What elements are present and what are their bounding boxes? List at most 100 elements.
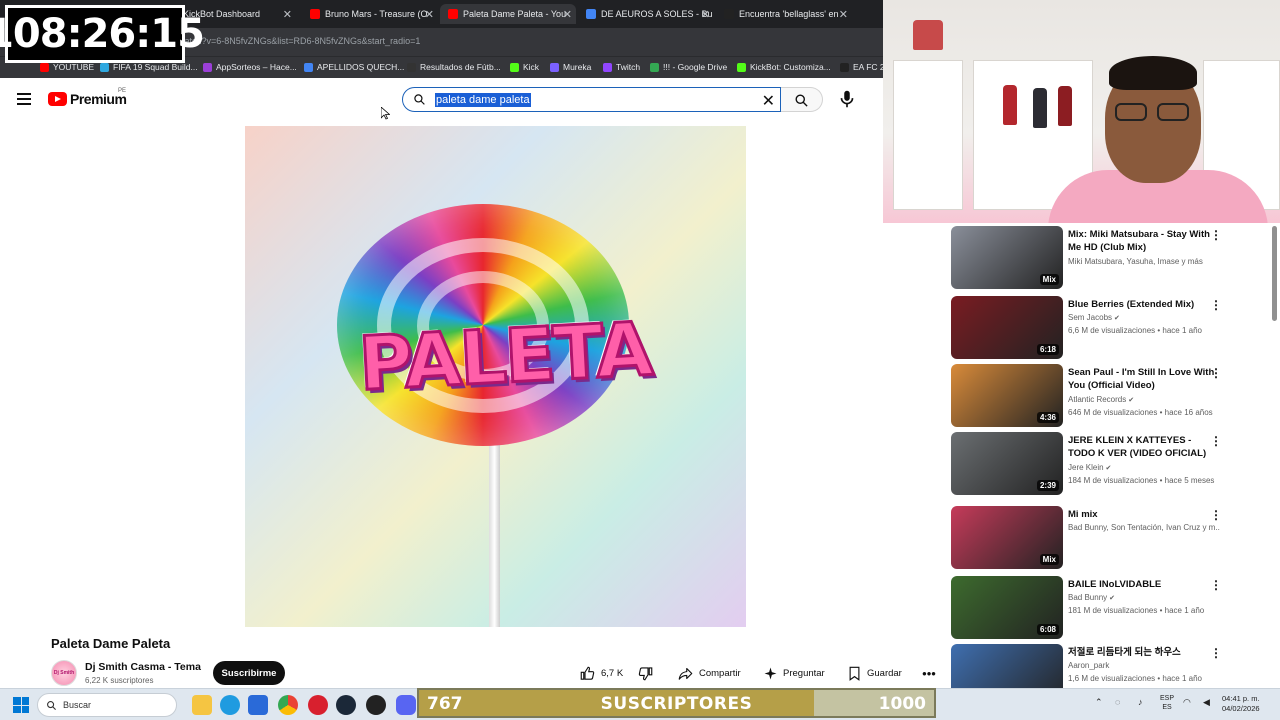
steam-icon[interactable]	[336, 695, 356, 715]
chrome-icon[interactable]	[278, 695, 298, 715]
discord-icon[interactable]	[396, 695, 416, 715]
recommendation-title[interactable]: Mix: Miki Matsubara - Stay With Me HD (C…	[1068, 228, 1220, 254]
recommendation-title[interactable]: BAILE INoLVIDABLE	[1068, 578, 1220, 591]
tab-3[interactable]: Paleta Dame Paleta - You ✕	[440, 4, 576, 24]
bookmark-icon	[849, 666, 860, 681]
dislike-button[interactable]	[638, 661, 653, 685]
windows-start-icon[interactable]	[13, 697, 29, 713]
tab-close-icon[interactable]: ✕	[283, 8, 292, 21]
tab-close-icon[interactable]: ✕	[563, 8, 572, 21]
verified-icon: ✔	[1103, 465, 1112, 472]
more-options-icon[interactable]: ⋮	[1210, 508, 1222, 522]
bookmark-icon	[304, 62, 313, 72]
recommendation-title[interactable]: Blue Berries (Extended Mix)	[1068, 298, 1220, 311]
tab-5[interactable]: Encuentra 'bellaglass' en ✕	[716, 4, 852, 24]
bookmark-item[interactable]: Twitch	[603, 62, 640, 72]
app-icon[interactable]	[308, 695, 328, 715]
bookmark-icon	[737, 62, 746, 72]
more-options-icon[interactable]: ⋮	[1210, 228, 1222, 242]
recommendation-item[interactable]: 2:39 JERE KLEIN X KATTEYES - TODO K VER (…	[950, 432, 1230, 496]
thumbs-up-icon	[580, 666, 595, 680]
bookmark-item[interactable]: Mureka	[550, 62, 591, 72]
sidebar-scrollbar[interactable]	[1270, 226, 1278, 688]
clear-icon[interactable]: ✕	[762, 91, 775, 111]
channel-name[interactable]: Dj Smith Casma - Tema	[85, 661, 201, 673]
url-text: watch?v=6-8N5fvZNGs&list=RD6-8N5fvZNGs&s…	[178, 36, 421, 46]
more-options-icon[interactable]: ⋮	[1210, 366, 1222, 380]
recommendation-title[interactable]: Mi mix	[1068, 508, 1220, 521]
bookmark-item[interactable]: EA FC 26	[840, 62, 889, 72]
bookmark-item[interactable]: !!! - Google Drive	[650, 62, 727, 72]
network-icon[interactable]: ◌	[1115, 697, 1120, 707]
video-player[interactable]: PALETA	[245, 126, 746, 627]
recommendation-item[interactable]: 4:36 Sean Paul - I'm Still In Love With Y…	[950, 364, 1230, 428]
menu-icon[interactable]	[17, 93, 31, 105]
video-thumbnail[interactable]: 6:18	[951, 296, 1063, 359]
bookmark-item[interactable]: FIFA 19 Squad Build...	[100, 62, 198, 72]
recommendation-item[interactable]: 6:18 Blue Berries (Extended Mix) Sem Jacob…	[950, 296, 1230, 360]
search-input[interactable]: paleta dame paleta ✕	[402, 87, 781, 112]
bookmark-item[interactable]: KickBot: Customiza...	[737, 62, 831, 72]
video-thumbnail[interactable]: 2:39	[951, 432, 1063, 495]
store-icon[interactable]	[248, 695, 268, 715]
search-button[interactable]	[781, 87, 823, 112]
subscribe-button[interactable]: Suscribirme	[213, 661, 285, 685]
recommendation-item[interactable]: 저절로 리듬타게 되는 하우스 Aaron_park 1,6 M de visual…	[950, 644, 1230, 688]
recommendation-item[interactable]: 6:08 BAILE INoLVIDABLE Bad Bunny ✔ 181 M de…	[950, 576, 1230, 640]
channel-avatar[interactable]: Dj Smith	[51, 660, 77, 686]
video-thumbnail[interactable]: Mix	[951, 506, 1063, 569]
search-query: paleta dame paleta	[435, 93, 531, 107]
more-options-icon[interactable]: ⋮	[1210, 578, 1222, 592]
bookmark-item[interactable]: APELLIDOS QUECH...	[304, 62, 404, 72]
volume-icon[interactable]: ◀	[1203, 697, 1210, 708]
bookmark-icon	[407, 62, 416, 72]
more-options-icon[interactable]: ⋮	[1210, 646, 1222, 660]
like-button[interactable]: 6,7 K	[580, 661, 623, 685]
save-button[interactable]: Guardar	[848, 661, 902, 685]
bookmark-item[interactable]: AppSorteos – Hace...	[203, 62, 297, 72]
video-thumbnail[interactable]: 6:08	[951, 576, 1063, 639]
obs-icon[interactable]	[366, 695, 386, 715]
recommendation-title[interactable]: Sean Paul - I'm Still In Love With You (…	[1068, 366, 1220, 392]
bookmark-icon	[40, 62, 49, 72]
tab-close-icon[interactable]: ✕	[839, 8, 848, 21]
microphone-tray-icon[interactable]: ♪	[1138, 697, 1143, 707]
tab-close-icon[interactable]: ✕	[425, 8, 434, 21]
bookmark-item[interactable]: Resultados de Fútb...	[407, 62, 501, 72]
file-explorer-icon[interactable]	[192, 695, 212, 715]
more-actions-icon[interactable]: •••	[917, 661, 941, 685]
recommendation-title[interactable]: JERE KLEIN X KATTEYES - TODO K VER (VIDE…	[1068, 434, 1220, 460]
microphone-icon[interactable]	[836, 88, 858, 110]
video-thumbnail[interactable]: Mix	[951, 226, 1063, 289]
channel-subscriber-count: 6,22 K suscriptores	[85, 676, 154, 685]
bookmark-item[interactable]: YOUTUBE	[40, 62, 94, 72]
bookmark-item[interactable]: Kick	[510, 62, 539, 72]
ask-button[interactable]: Preguntar	[764, 661, 825, 685]
tab-2[interactable]: Bruno Mars - Treasure (O ✕	[302, 4, 438, 24]
video-thumbnail[interactable]: 4:36	[951, 364, 1063, 427]
more-options-icon[interactable]: ⋮	[1210, 298, 1222, 312]
wifi-icon[interactable]: ◠	[1183, 697, 1191, 708]
more-options-icon[interactable]: ⋮	[1210, 434, 1222, 448]
tab-close-icon[interactable]: ✕	[701, 8, 710, 21]
bookmark-label: !!! - Google Drive	[663, 62, 728, 72]
recommendation-item[interactable]: Mix Mix: Miki Matsubara - Stay With Me HD…	[950, 226, 1230, 290]
tab-favicon-icon	[586, 9, 596, 19]
recommendation-title[interactable]: 저절로 리듬타게 되는 하우스	[1068, 646, 1220, 659]
duration-badge: 6:18	[1036, 344, 1059, 355]
share-icon	[678, 667, 693, 680]
tab-4[interactable]: DE AEUROS A SOLES - Bu ✕	[578, 4, 714, 24]
recommendation-item[interactable]: Mix Mi mix Bad Bunny, Son Tentación, Ivan …	[950, 506, 1230, 570]
edge-icon[interactable]	[220, 695, 240, 715]
taskbar-search[interactable]: Buscar	[37, 693, 177, 717]
tray-chevron-icon[interactable]: ⌃	[1095, 697, 1103, 708]
bookmark-icon	[840, 62, 849, 72]
scrollbar-thumb[interactable]	[1272, 226, 1277, 321]
taskbar-search-label: Buscar	[63, 700, 92, 710]
youtube-logo[interactable]: Premium PE	[48, 88, 127, 107]
streamer-hair	[1109, 56, 1197, 90]
system-clock[interactable]: 04:41 p. m. 04/02/2026	[1222, 694, 1260, 714]
video-thumbnail[interactable]	[951, 644, 1063, 688]
language-indicator[interactable]: ESP ES	[1160, 694, 1174, 712]
share-button[interactable]: Compartir	[678, 661, 741, 685]
